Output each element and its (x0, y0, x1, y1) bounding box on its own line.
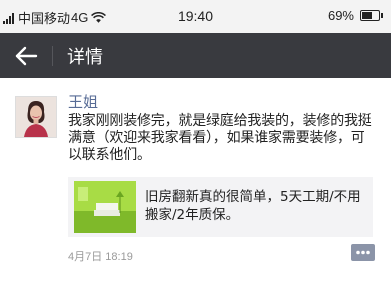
battery-percent: 69% (327, 8, 354, 23)
nav-header: 详情 (0, 33, 391, 78)
comment-dots-icon[interactable] (351, 244, 375, 261)
avatar[interactable] (15, 96, 57, 138)
status-bar: 中国移动 4G 19:40 69% (0, 0, 391, 33)
link-thumbnail (74, 181, 136, 233)
shared-link-card[interactable]: 旧房翻新真的很简单，5天工期/不用搬家/2年质保。 (68, 177, 373, 237)
page-title: 详情 (67, 47, 103, 68)
arrow-left-icon[interactable] (14, 45, 38, 67)
moment-post: 王姐 我家刚刚装修完，就是绿庭给我装的，装修的我挺满意（欢迎来我家看看），如果谁… (0, 78, 391, 292)
post-username[interactable]: 王姐 (68, 91, 98, 112)
status-right: 69% (328, 8, 383, 23)
battery-fill (362, 12, 372, 19)
post-timestamp: 4月7日 18:19 (68, 251, 133, 263)
battery-icon (360, 10, 380, 21)
post-content: 我家刚刚装修完，就是绿庭给我装的，装修的我挺满意（欢迎来我家看看），如果谁家需要… (68, 113, 372, 163)
avatar-image (16, 97, 56, 137)
battery-tip (381, 13, 383, 18)
link-title: 旧房翻新真的很简单，5天工期/不用搬家/2年质保。 (145, 189, 361, 223)
header-divider (52, 46, 53, 66)
